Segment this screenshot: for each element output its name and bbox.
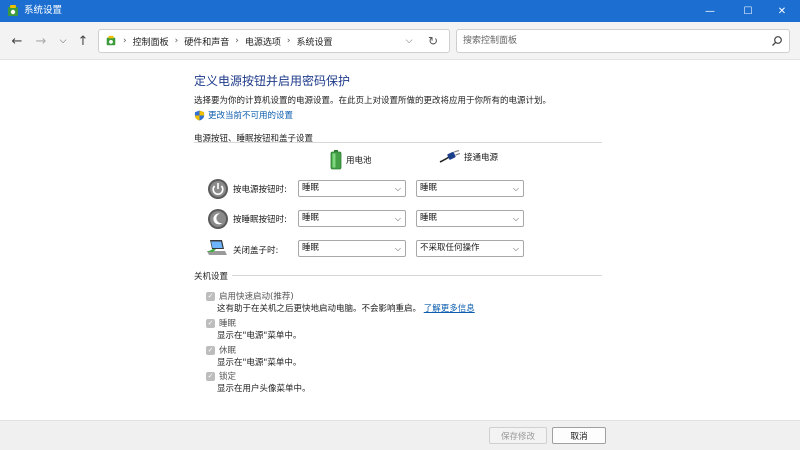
- power-plug-icon: [439, 150, 460, 163]
- section-divider: [194, 142, 602, 143]
- section-divider: [232, 275, 602, 276]
- maximize-icon: ☐: [743, 5, 753, 17]
- main-content: 定义电源按钮并启用密码保护 选择要为你的计算机设置的电源设置。在此页上对设置所做…: [0, 60, 800, 420]
- close-button[interactable]: ✕: [764, 0, 800, 22]
- plugged-column-header: 接通电源: [438, 150, 498, 164]
- select-value: 不采取任何操作: [420, 243, 480, 253]
- breadcrumb: › 控制面板 › 硬件和声音 › 电源选项 › 系统设置: [105, 30, 333, 52]
- close-lid-plugged-select[interactable]: 不采取任何操作 ⌵: [416, 240, 524, 257]
- up-button[interactable]: ↑: [74, 32, 92, 50]
- hibernate-label: 休眠: [219, 346, 237, 356]
- change-settings-label: 更改当前不可用的设置: [208, 111, 294, 121]
- page-title: 定义电源按钮并启用密码保护: [194, 74, 351, 88]
- plugged-column-label: 接通电源: [464, 153, 499, 163]
- lock-description: 显示在用户头像菜单中。: [217, 384, 311, 394]
- recent-locations-button[interactable]: ⌵: [54, 32, 72, 50]
- fast-startup-desc-text: 这有助于在关机之后更快地启动电脑。不会影响重启。: [217, 304, 422, 314]
- search-box[interactable]: [456, 29, 790, 53]
- breadcrumb-item-power-options[interactable]: 电源选项: [245, 35, 281, 48]
- control-panel-icon: [8, 5, 18, 16]
- save-changes-button[interactable]: 保存修改: [489, 427, 547, 444]
- refresh-icon: ↻: [427, 34, 439, 48]
- lock-label: 锁定: [219, 372, 237, 382]
- chevron-down-icon: ⌵: [59, 36, 67, 46]
- page-description: 选择要为你的计算机设置的电源设置。在此页上对设置所做的更改将应用于你所有的电源计…: [194, 96, 552, 106]
- forward-button[interactable]: →: [32, 32, 50, 50]
- window-title: 系统设置: [24, 5, 63, 16]
- chevron-down-icon: ⌵: [394, 244, 401, 253]
- fast-startup-label: 启用快速启动(推荐): [219, 292, 294, 302]
- breadcrumb-item-system-settings[interactable]: 系统设置: [296, 35, 332, 48]
- battery-column-label: 用电池: [346, 156, 372, 166]
- fast-startup-description: 这有助于在关机之后更快地启动电脑。不会影响重启。 了解更多信息: [217, 302, 475, 314]
- power-button-label: 按电源按钮时:: [233, 185, 287, 195]
- sleep-button-label: 按睡眠按钮时:: [233, 215, 287, 225]
- arrow-up-icon: ↑: [77, 33, 89, 49]
- lock-option: ✓ 锁定: [206, 370, 236, 382]
- learn-more-link[interactable]: 了解更多信息: [424, 304, 475, 314]
- close-lid-label: 关闭盖子时:: [233, 246, 279, 256]
- chevron-right-icon: ›: [123, 36, 127, 46]
- sleep-button-plugged-select[interactable]: 睡眠 ⌵: [416, 210, 524, 227]
- chevron-down-icon: ⌵: [512, 244, 519, 253]
- sleep-button-battery-select[interactable]: 睡眠 ⌵: [298, 210, 406, 227]
- power-button-icon: [208, 179, 228, 199]
- change-settings-link[interactable]: 更改当前不可用的设置: [194, 109, 293, 121]
- sleep-checkbox[interactable]: ✓: [206, 318, 215, 328]
- hibernate-checkbox[interactable]: ✓: [206, 345, 215, 355]
- sleep-option: ✓ 睡眠: [206, 317, 236, 329]
- chevron-down-icon: ⌵: [394, 214, 401, 223]
- breadcrumb-item-hardware-sound[interactable]: 硬件和声音: [184, 35, 229, 48]
- chevron-down-icon: ⌵: [512, 184, 519, 193]
- lock-checkbox[interactable]: ✓: [206, 371, 215, 381]
- select-value: 睡眠: [302, 243, 320, 253]
- hibernate-option: ✓ 休眠: [206, 344, 236, 356]
- title-bar: 系统设置 — ☐ ✕: [0, 0, 800, 22]
- uac-shield-icon: [194, 109, 205, 121]
- control-panel-icon: [106, 35, 116, 46]
- arrow-right-icon: →: [35, 33, 47, 49]
- power-button-battery-select[interactable]: 睡眠 ⌵: [298, 180, 406, 197]
- arrow-left-icon: ←: [11, 33, 23, 49]
- select-value: 睡眠: [302, 213, 320, 223]
- sleep-button-icon: [208, 209, 228, 229]
- laptop-lid-icon: [207, 240, 227, 255]
- chevron-right-icon: ›: [174, 36, 179, 46]
- search-icon: [772, 36, 782, 46]
- chevron-down-icon: ⌵: [394, 184, 401, 193]
- minimize-button[interactable]: —: [692, 0, 728, 22]
- sleep-description: 显示在"电源"菜单中。: [217, 331, 302, 341]
- footer-bar: 保存修改 取消: [0, 420, 800, 450]
- select-value: 睡眠: [420, 183, 438, 193]
- hibernate-description: 显示在"电源"菜单中。: [217, 358, 302, 368]
- address-bar[interactable]: › 控制面板 › 硬件和声音 › 电源选项 › 系统设置 ⌵ ↻: [98, 29, 450, 53]
- close-lid-battery-select[interactable]: 睡眠 ⌵: [298, 240, 406, 257]
- battery-icon: [330, 150, 342, 170]
- navigation-bar: ← → ⌵ ↑ › 控制面板 › 硬件和声音 › 电源选项 › 系统设置 ⌵ ↻: [0, 22, 800, 60]
- close-icon: ✕: [777, 5, 787, 17]
- address-history-button[interactable]: ⌵: [401, 33, 417, 49]
- battery-column-header: 用电池: [330, 150, 372, 170]
- maximize-button[interactable]: ☐: [730, 0, 766, 22]
- select-value: 睡眠: [302, 183, 320, 193]
- select-value: 睡眠: [420, 213, 438, 223]
- search-input[interactable]: [463, 34, 763, 48]
- fast-startup-checkbox[interactable]: ✓: [206, 291, 215, 301]
- chevron-down-icon: ⌵: [405, 36, 413, 46]
- fast-startup-option: ✓ 启用快速启动(推荐): [206, 290, 294, 302]
- chevron-right-icon: ›: [286, 36, 291, 46]
- chevron-down-icon: ⌵: [512, 214, 519, 223]
- cancel-button[interactable]: 取消: [552, 427, 606, 444]
- chevron-right-icon: ›: [235, 36, 239, 46]
- back-button[interactable]: ←: [8, 32, 26, 50]
- minimize-icon: —: [705, 5, 715, 17]
- refresh-button[interactable]: ↻: [425, 33, 441, 49]
- sleep-label: 睡眠: [219, 319, 237, 329]
- power-button-plugged-select[interactable]: 睡眠 ⌵: [416, 180, 524, 197]
- shutdown-section-title: 关机设置: [194, 272, 229, 282]
- breadcrumb-item-control-panel[interactable]: 控制面板: [133, 35, 169, 48]
